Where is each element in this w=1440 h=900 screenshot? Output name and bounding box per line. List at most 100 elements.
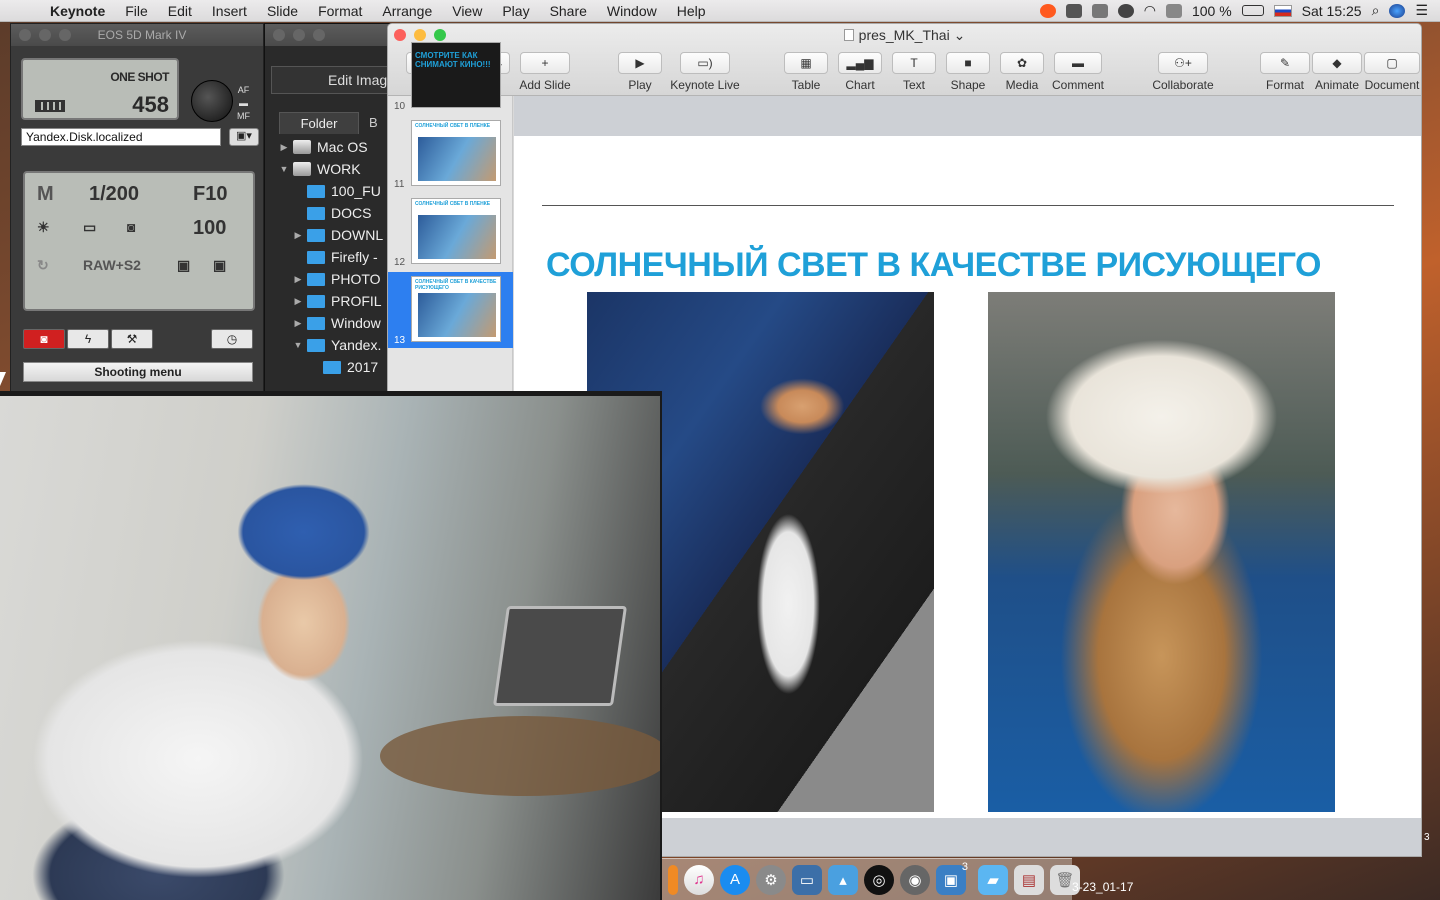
table-icon[interactable]: ▦: [784, 52, 828, 74]
document-icon[interactable]: ▢: [1364, 52, 1420, 74]
shutter-speed[interactable]: 1/200: [89, 183, 139, 206]
menu-slide[interactable]: Slide: [257, 3, 308, 19]
desktop-file-label[interactable]: 3-23_01-17: [1072, 880, 1133, 894]
sync-icon[interactable]: [1117, 3, 1134, 18]
shooting-mode[interactable]: M: [37, 183, 54, 206]
toolbar-add-slide-button[interactable]: + Add Slide: [510, 52, 580, 92]
shape-icon[interactable]: ■: [946, 52, 990, 74]
timer-icon[interactable]: ◷: [211, 329, 253, 349]
settings-tools-icon[interactable]: ⚒: [111, 329, 153, 349]
screen-sharing-icon[interactable]: ▭: [792, 864, 822, 895]
jpeg-transfer-icon[interactable]: ▣: [177, 257, 190, 274]
chart-icon[interactable]: ▂▄▆: [838, 52, 882, 74]
preview-icon[interactable]: ◉: [900, 864, 930, 895]
shooting-camera-icon[interactable]: ◙: [23, 329, 65, 349]
folder-picker-icon[interactable]: ▣▾: [229, 128, 259, 146]
folder-tree-row[interactable]: ▶ PHOTO: [277, 268, 397, 290]
disclosure-triangle-icon[interactable]: ▶: [291, 318, 305, 329]
tab-folder[interactable]: Folder: [279, 112, 359, 134]
play-icon[interactable]: ▶: [618, 52, 662, 74]
drive-off-icon[interactable]: ↻: [37, 257, 49, 274]
menu-file[interactable]: File: [115, 3, 158, 19]
itunes-icon[interactable]: ♫: [684, 864, 714, 895]
menu-help[interactable]: Help: [667, 3, 716, 19]
folder-tree-row[interactable]: ▶ DOWNL: [277, 224, 397, 246]
minimize-icon[interactable]: [293, 29, 305, 41]
battery-percent[interactable]: 100 %: [1192, 3, 1232, 19]
menu-share[interactable]: Share: [540, 3, 597, 19]
af-mf-switch[interactable]: AF ▬ MF: [237, 84, 250, 123]
aperture-value[interactable]: F10: [193, 183, 227, 206]
close-icon[interactable]: [19, 29, 31, 41]
slide-thumbnail[interactable]: СОЛНЕЧНЫЙ СВЕТ В КАЧЕСТВЕ РИСУЮЩЕГО: [411, 276, 501, 342]
keynote-icon[interactable]: ▴: [828, 864, 858, 895]
disclosure-triangle-icon[interactable]: ▼: [277, 164, 291, 174]
disclosure-triangle-icon[interactable]: ▶: [291, 296, 305, 307]
toolbar-play-button[interactable]: ▶ Play: [608, 52, 672, 92]
slide-thumbnail[interactable]: СОЛНЕЧНЫЙ СВЕТ В ПЛЕНКЕ: [411, 120, 501, 186]
iso-value[interactable]: 100: [193, 217, 226, 240]
add-slide-icon[interactable]: +: [520, 52, 570, 74]
menu-arrange[interactable]: Arrange: [372, 3, 442, 19]
close-icon[interactable]: [273, 29, 285, 41]
slide-thumbnail-row[interactable]: СМОТРИТЕ КАК СНИМАЮТ КИНО!!! 10: [388, 38, 513, 114]
slide-title[interactable]: СОЛНЕЧНЫЙ СВЕТ В КАЧЕСТВЕ РИСУЮЩЕГО: [546, 246, 1406, 285]
disclosure-triangle-icon[interactable]: ▶: [277, 142, 291, 153]
folder-tree-row[interactable]: Firefly -: [277, 246, 397, 268]
edit-image-button[interactable]: Edit Image: [271, 66, 395, 94]
metering-icon[interactable]: ◙: [127, 219, 135, 235]
slide-divider-line[interactable]: [542, 205, 1394, 206]
folder-tree-row[interactable]: ▶ Mac OS: [277, 136, 397, 158]
slide-thumbnail[interactable]: СМОТРИТЕ КАК СНИМАЮТ КИНО!!!: [411, 42, 501, 108]
keynote-live-icon[interactable]: ▭): [680, 52, 730, 74]
slide-thumbnail[interactable]: СОЛНЕЧНЫЙ СВЕТ В ПЛЕНКЕ: [411, 198, 501, 264]
app-store-icon[interactable]: A: [720, 864, 750, 895]
siri-icon[interactable]: [1389, 3, 1406, 18]
folder-tree-row[interactable]: ▶ PROFIL: [277, 290, 397, 312]
media-icon[interactable]: ✿: [1000, 52, 1044, 74]
camera-utility-icon[interactable]: [1091, 3, 1108, 18]
photo-woman-hat[interactable]: [988, 292, 1335, 812]
image-quality[interactable]: RAW+S2: [83, 257, 141, 273]
notification-center-icon[interactable]: ☰: [1415, 2, 1428, 19]
slide-thumbnail-row[interactable]: СОЛНЕЧНЫЙ СВЕТ В ПЛЕНКЕ 12: [388, 194, 513, 270]
toolbar-document-button[interactable]: ▢ Document: [1354, 52, 1421, 92]
downloads-folder-icon[interactable]: ▰: [978, 864, 1008, 895]
screen-capture-icon[interactable]: [1065, 3, 1082, 18]
clock[interactable]: Sat 15:25: [1302, 3, 1362, 19]
menu-format[interactable]: Format: [308, 3, 372, 19]
folder-tree-row[interactable]: ▼ Yandex.: [277, 334, 397, 356]
comment-icon[interactable]: ▬: [1054, 52, 1102, 74]
folder-tree-row[interactable]: ▶ Window: [277, 312, 397, 334]
airplay-icon[interactable]: [1165, 3, 1182, 18]
flash-icon[interactable]: ϟ: [67, 329, 109, 349]
folder-tree-row[interactable]: 100_FU: [277, 180, 397, 202]
zoom-icon[interactable]: [59, 29, 71, 41]
menu-window[interactable]: Window: [597, 3, 667, 19]
document-title[interactable]: pres_MK_Thai ⌄: [388, 27, 1421, 44]
text-icon[interactable]: T: [892, 52, 936, 74]
toolbar-comment-button[interactable]: ▬ Comment: [1044, 52, 1112, 92]
folder-tree-row[interactable]: 2017: [277, 356, 397, 378]
main-dial[interactable]: [191, 80, 233, 122]
shooting-menu-button[interactable]: Shooting menu: [23, 362, 253, 382]
folder-tree-row[interactable]: DOCS: [277, 202, 397, 224]
folder-tree-row[interactable]: ▼ WORK: [277, 158, 397, 180]
menu-app-keynote[interactable]: Keynote: [40, 3, 115, 19]
minimize-icon[interactable]: [39, 29, 51, 41]
menu-view[interactable]: View: [442, 3, 492, 19]
raw-transfer-icon[interactable]: ▣: [213, 257, 226, 274]
collaborate-icon[interactable]: ⚇+: [1158, 52, 1208, 74]
battery-icon[interactable]: [1241, 5, 1264, 16]
cloud-app-icon[interactable]: ◎: [864, 864, 894, 895]
white-balance-sun-icon[interactable]: ☀: [37, 219, 50, 236]
menu-play[interactable]: Play: [492, 3, 539, 19]
camera-app-icon[interactable]: ▣ 3: [936, 861, 968, 895]
partial-app-icon[interactable]: [668, 864, 678, 895]
toolbar-keynote-live-button[interactable]: ▭) Keynote Live: [670, 52, 740, 92]
wifi-icon[interactable]: ◠: [1144, 2, 1156, 19]
menu-insert[interactable]: Insert: [202, 3, 257, 19]
opera-icon[interactable]: [1039, 3, 1056, 18]
disclosure-triangle-icon[interactable]: ▼: [291, 340, 305, 350]
document-stack-icon[interactable]: ▤: [1014, 864, 1044, 895]
